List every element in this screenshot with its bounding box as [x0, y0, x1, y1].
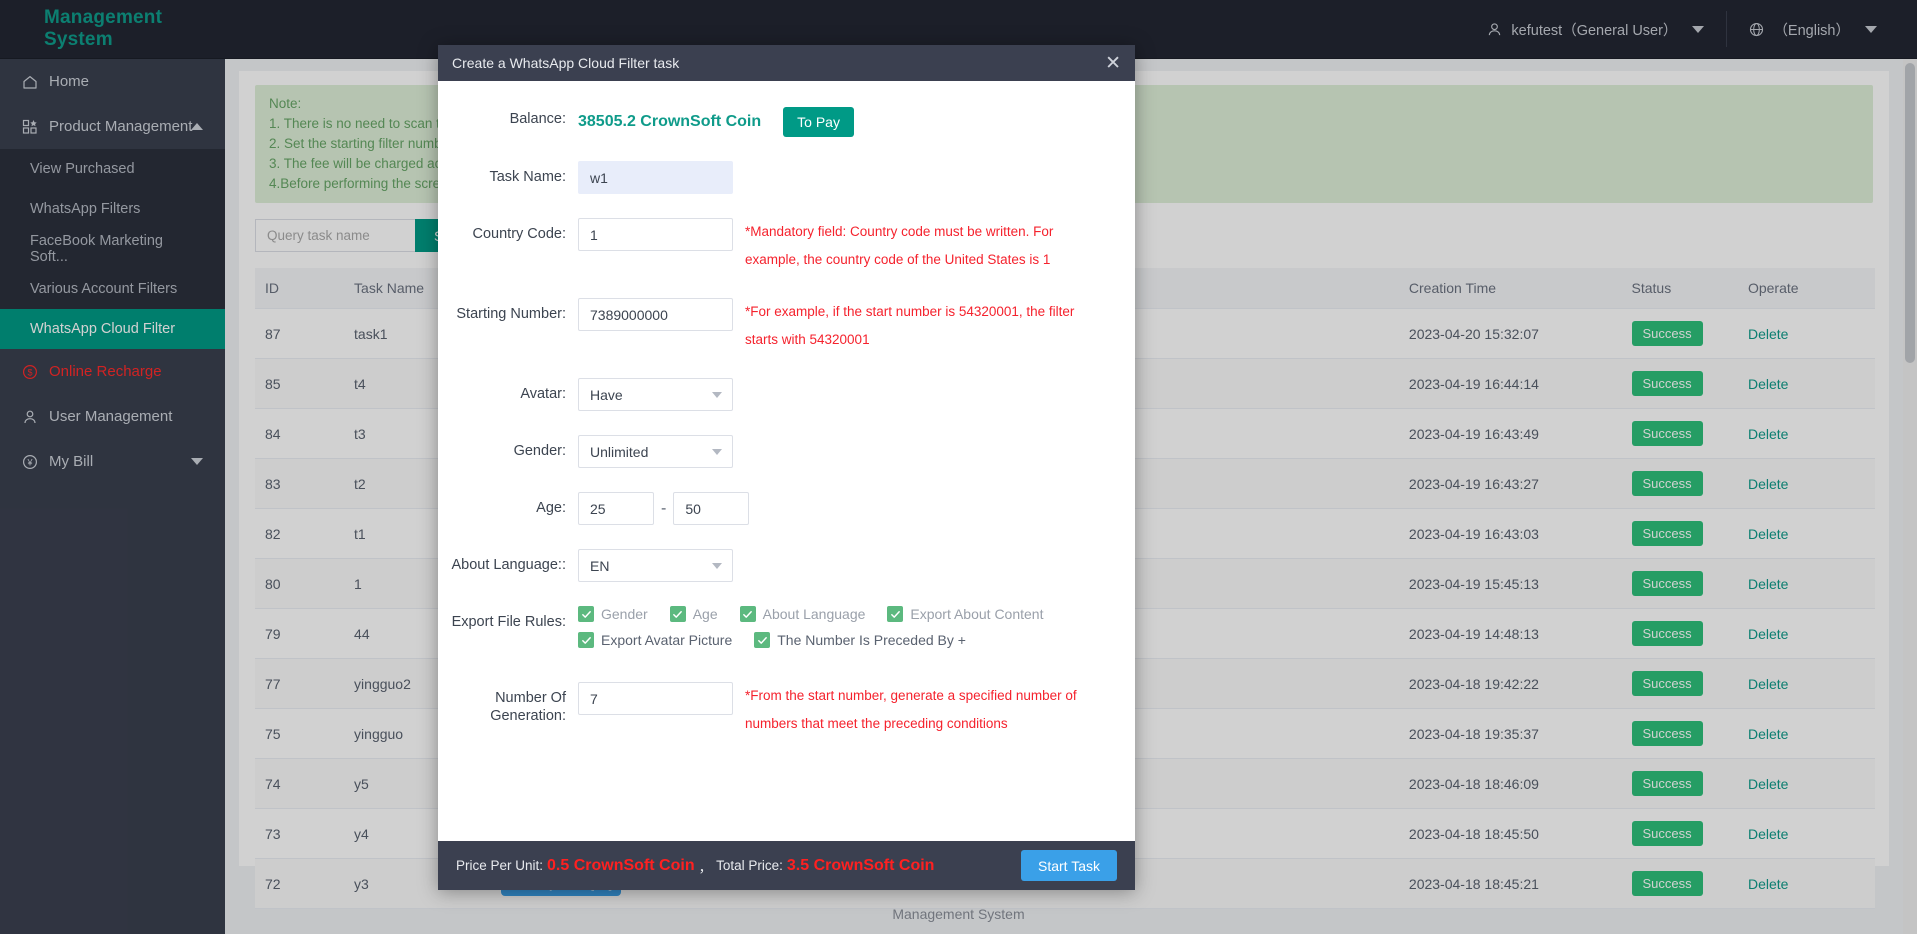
export-rules-row: Export File Rules: Gender Age About Lang… [438, 606, 1135, 658]
chevron-down-icon [712, 391, 722, 398]
country-code-label: Country Code: [472, 226, 567, 242]
avatar-row: Avatar: Have [438, 378, 1135, 411]
start-task-button[interactable]: Start Task [1021, 850, 1117, 881]
number-of-generation-row: Number Of Generation: 7 *From the start … [438, 682, 1135, 738]
price-per-unit-value: 0.5 CrownSoft Coin [547, 856, 695, 874]
number-of-generation-input[interactable]: 7 [578, 682, 733, 715]
age-row: Age: 25 - 50 [438, 492, 1135, 525]
export-rules-checkboxes: Gender Age About Language Export About C… [578, 606, 1123, 658]
modal-header: Create a WhatsApp Cloud Filter task ✕ [438, 45, 1135, 81]
checkbox-export-avatar-picture[interactable]: Export Avatar Picture [578, 632, 744, 648]
check-icon [754, 632, 771, 648]
price-per-unit-label: Price Per Unit: [456, 858, 544, 873]
chevron-down-icon [712, 448, 722, 455]
age-min-input[interactable]: 25 [578, 492, 654, 525]
checkbox-label: About Language [762, 606, 866, 622]
task-name-row: Task Name: w1 [438, 161, 1135, 194]
task-name-label: Task Name: [489, 169, 566, 185]
close-icon[interactable]: ✕ [1105, 54, 1121, 73]
create-task-modal: Create a WhatsApp Cloud Filter task ✕ Ba… [438, 45, 1135, 890]
language-value: EN [590, 557, 610, 574]
checkbox-age[interactable]: Age [669, 606, 730, 622]
avatar-value: Have [590, 386, 623, 403]
balance-value: 38505.2 CrownSoft Coin [578, 113, 762, 130]
check-icon [887, 606, 904, 622]
checkbox-label: Gender [601, 606, 648, 622]
gender-row: Gender: Unlimited [438, 435, 1135, 468]
age-range-dash: - [661, 499, 667, 517]
country-code-hint: *Mandatory field: Country code must be w… [745, 224, 1054, 267]
number-of-generation-hint: *From the start number, generate a speci… [745, 688, 1077, 731]
starting-number-input[interactable]: 7389000000 [578, 298, 733, 331]
starting-number-row: Starting Number: 7389000000 *For example… [438, 298, 1135, 354]
total-price-label: Total Price: [716, 858, 783, 873]
check-icon [739, 606, 756, 622]
avatar-select[interactable]: Have [578, 378, 733, 411]
age-label: Age: [536, 500, 566, 516]
checkbox-label: Age [692, 606, 718, 622]
country-code-row: Country Code: 1 *Mandatory field: Countr… [438, 218, 1135, 274]
country-code-input[interactable]: 1 [578, 218, 733, 251]
modal-footer: Price Per Unit: 0.5 CrownSoft Coin ， Tot… [438, 841, 1135, 890]
language-label: About Language:: [451, 557, 567, 573]
starting-number-hint: *For example, if the start number is 543… [745, 304, 1075, 347]
checkbox-label: The Number Is Preceded By + [777, 632, 966, 648]
task-name-input[interactable]: w1 [578, 161, 733, 194]
gender-value: Unlimited [590, 443, 649, 460]
checkbox-about-language[interactable]: About Language [739, 606, 878, 622]
gender-select[interactable]: Unlimited [578, 435, 733, 468]
checkbox-label: Export Avatar Picture [601, 632, 733, 648]
balance-label: Balance: [509, 111, 566, 127]
check-icon [578, 632, 594, 648]
modal-body: Balance: 38505.2 CrownSoft Coin To Pay T… [438, 81, 1135, 841]
checkbox-gender[interactable]: Gender [578, 606, 660, 622]
language-row: About Language:: EN [438, 549, 1135, 582]
checkbox-label: Export About Content [910, 606, 1044, 622]
age-range: 25 - 50 [578, 492, 750, 525]
gender-label: Gender: [513, 443, 566, 459]
to-pay-button[interactable]: To Pay [783, 107, 854, 137]
language-select[interactable]: EN [578, 549, 733, 582]
modal-title: Create a WhatsApp Cloud Filter task [452, 55, 680, 71]
checkbox-export-about-content[interactable]: Export About Content [887, 606, 1055, 622]
check-icon [669, 606, 686, 622]
export-rules-label: Export File Rules: [451, 614, 566, 630]
checkbox-number-preceded-by-plus[interactable]: The Number Is Preceded By + [754, 632, 978, 648]
chevron-down-icon [712, 562, 722, 569]
balance-row: Balance: 38505.2 CrownSoft Coin To Pay [438, 103, 1135, 137]
total-price-value: 3.5 CrownSoft Coin [786, 856, 935, 874]
age-max-input[interactable]: 50 [673, 492, 750, 525]
check-icon [578, 606, 594, 622]
number-of-generation-label: Number Of Generation: [490, 690, 566, 724]
app-root: Management System kefutest（General User）… [0, 0, 1917, 934]
avatar-label: Avatar: [520, 386, 566, 402]
price-separator: ， [698, 859, 713, 875]
starting-number-label: Starting Number: [456, 306, 566, 322]
